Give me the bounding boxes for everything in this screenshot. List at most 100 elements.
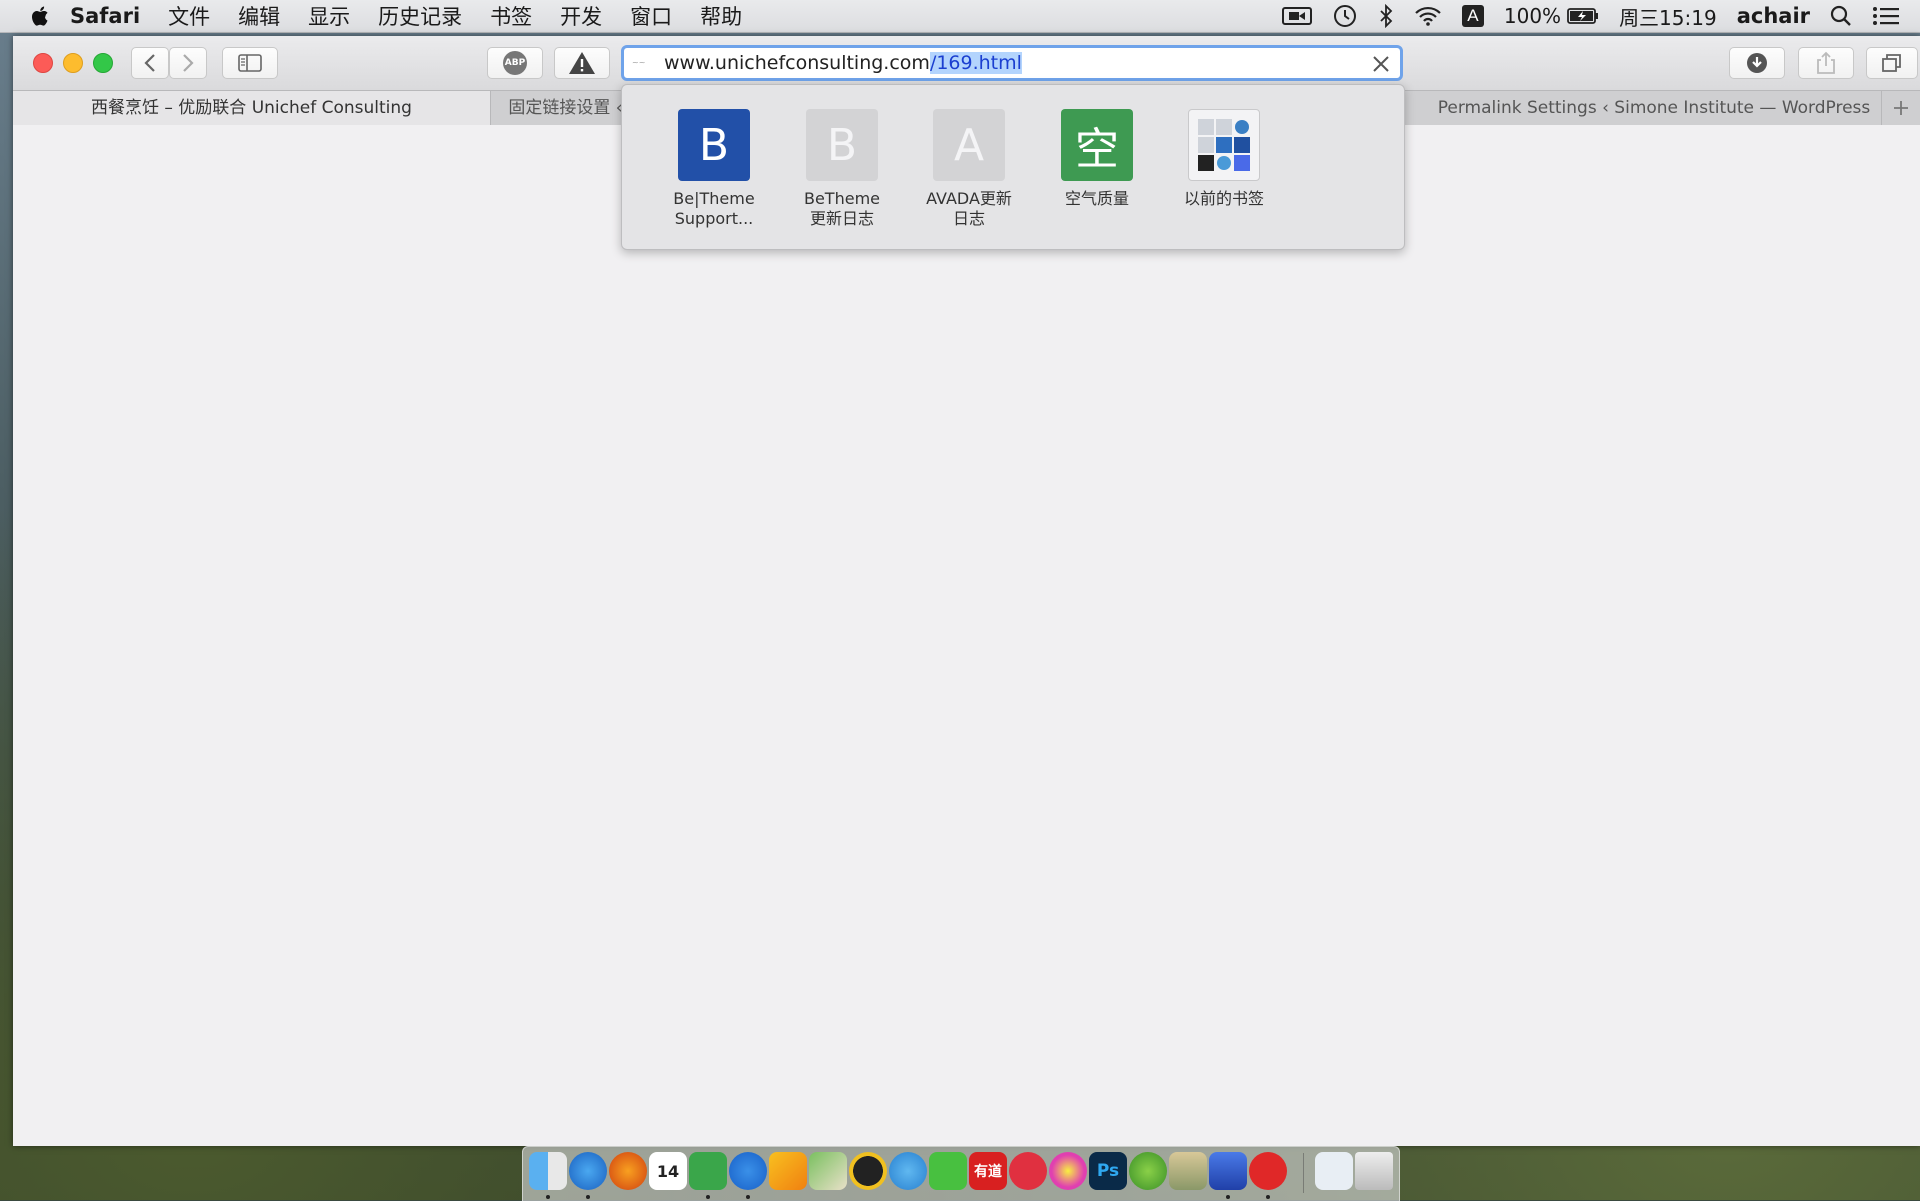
forward-button[interactable]: [169, 47, 207, 79]
favorite-label: BeTheme: [803, 189, 880, 208]
qq-mail-icon[interactable]: [889, 1152, 927, 1190]
favorite-previous-bookmarks[interactable]: 以前的书签: [1164, 109, 1284, 209]
running-indicator: [1266, 1195, 1270, 1199]
netease-music-icon[interactable]: [1249, 1152, 1287, 1190]
menu-help[interactable]: 帮助: [700, 1, 742, 31]
wifi-icon[interactable]: [1414, 5, 1442, 27]
back-button[interactable]: [131, 47, 169, 79]
running-indicator: [586, 1195, 590, 1199]
favorite-tile: B: [678, 109, 750, 181]
battery-icon[interactable]: [1567, 6, 1599, 26]
warning-icon: [569, 52, 595, 74]
menu-history[interactable]: 历史记录: [378, 1, 462, 31]
downloads-button[interactable]: [1729, 47, 1785, 79]
calendar-icon[interactable]: 14: [649, 1152, 687, 1190]
evernote-icon[interactable]: [689, 1152, 727, 1190]
warning-extension-button[interactable]: [554, 47, 610, 79]
new-tab-button[interactable]: [1881, 91, 1920, 125]
clear-address-icon[interactable]: [1370, 53, 1392, 75]
screen-record-icon[interactable]: [1281, 5, 1312, 27]
share-icon: [1817, 51, 1835, 74]
menu-bar: Safari 文件 编辑 显示 历史记录 书签 开发 窗口 帮助 A 100% …: [0, 0, 1920, 33]
youdao-icon[interactable]: 有道: [969, 1152, 1007, 1190]
status-menus: A 100% 周三15:19 achair: [1281, 0, 1900, 32]
share-button[interactable]: [1798, 47, 1854, 79]
zoom-window-button[interactable]: [93, 53, 113, 73]
tab-unichef[interactable]: 西餐烹饪 – 优励联合 Unichef Consulting: [13, 91, 491, 125]
tab-title: Permalink Settings ‹ Simone Institute — …: [1437, 98, 1871, 118]
menu-view[interactable]: 显示: [308, 1, 350, 31]
tab-overview-button[interactable]: [1866, 47, 1918, 79]
tile-letter: A: [953, 119, 985, 171]
qq-icon[interactable]: [849, 1152, 887, 1190]
adblock-plus-button[interactable]: ABP: [487, 47, 543, 79]
tab-title: 西餐烹饪 – 优励联合 Unichef Consulting: [91, 98, 412, 118]
page-content: [13, 125, 1920, 1146]
youdao-label: 有道: [974, 1164, 1002, 1180]
menu-bookmarks[interactable]: 书签: [490, 1, 532, 31]
apple-icon[interactable]: [30, 4, 52, 28]
tab-permalink-settings-cn[interactable]: 固定链接设置 ‹: [491, 91, 641, 125]
tab-permalink-settings-simone[interactable]: Permalink Settings ‹ Simone Institute — …: [1427, 91, 1882, 125]
favorite-air-quality[interactable]: 空 空气质量: [1037, 109, 1157, 209]
minimize-window-button[interactable]: [63, 53, 83, 73]
dock-separator: [1303, 1153, 1304, 1193]
safari-icon[interactable]: [569, 1152, 607, 1190]
favorite-avada-changelog[interactable]: A AVADA更新 日志: [909, 109, 1029, 229]
battery-percent: 100%: [1503, 4, 1562, 28]
url-text[interactable]: www.unichefconsulting.com/169.html: [664, 52, 1022, 74]
documents-icon[interactable]: [1315, 1152, 1353, 1190]
wechat-icon[interactable]: [929, 1152, 967, 1190]
running-indicator: [1226, 1195, 1230, 1199]
transmit-icon[interactable]: [1169, 1152, 1207, 1190]
menu-develop[interactable]: 开发: [560, 1, 602, 31]
tes-butterfly-icon[interactable]: [769, 1152, 807, 1190]
bookmarks-folder-icon: [1188, 109, 1260, 181]
favorite-label: 以前的书签: [1183, 189, 1264, 208]
photoshop-label: Ps: [1096, 1161, 1120, 1181]
tile-letter: B: [698, 119, 730, 171]
toolbar: ABP ~~ www.unichefconsulting.com/169.htm…: [13, 36, 1920, 90]
favorite-betheme-changelog[interactable]: B BeTheme 更新日志: [782, 109, 902, 229]
input-method-indicator[interactable]: A: [1461, 5, 1484, 27]
bluetooth-icon[interactable]: [1378, 4, 1394, 28]
user-name[interactable]: achair: [1737, 4, 1810, 28]
favorite-tile: B: [806, 109, 878, 181]
finder-icon[interactable]: [529, 1152, 567, 1190]
spotlight-search-icon[interactable]: [1830, 5, 1852, 27]
menu-safari[interactable]: Safari: [70, 4, 140, 28]
favorite-label: Be|Theme: [673, 189, 755, 208]
address-bar[interactable]: ~~ www.unichefconsulting.com/169.html: [621, 45, 1403, 81]
menu-window[interactable]: 窗口: [630, 1, 672, 31]
favorite-label: AVADA更新: [926, 189, 1012, 208]
tab-title: 固定链接设置 ‹: [508, 98, 623, 118]
leaf-icon[interactable]: [1129, 1152, 1167, 1190]
sidebar-button[interactable]: [222, 47, 278, 79]
plus-icon: [1894, 101, 1908, 115]
tile-letter: 空: [1075, 124, 1119, 175]
sidebar-icon: [238, 54, 262, 72]
tab-overview-icon: [1882, 54, 1901, 72]
maps-icon[interactable]: [809, 1152, 847, 1190]
sogou-icon[interactable]: [729, 1152, 767, 1190]
flower-icon[interactable]: [1049, 1152, 1087, 1190]
favorite-betheme-support[interactable]: B Be|Theme Support...: [654, 109, 774, 229]
adblock-plus-icon: ABP: [503, 51, 527, 75]
running-indicator: [706, 1195, 710, 1199]
running-indicator: [746, 1195, 750, 1199]
firefox-icon[interactable]: [609, 1152, 647, 1190]
imovie-icon[interactable]: [1209, 1152, 1247, 1190]
g-app-icon[interactable]: [1009, 1152, 1047, 1190]
menu-file[interactable]: 文件: [168, 1, 210, 31]
time-machine-icon[interactable]: [1332, 3, 1358, 29]
tile-letter: B: [826, 119, 858, 171]
favorite-tile: 空: [1061, 109, 1133, 181]
photoshop-icon[interactable]: Ps: [1089, 1152, 1127, 1190]
favorite-label-2: 更新日志: [809, 209, 874, 228]
notification-center-icon[interactable]: [1872, 6, 1900, 26]
menu-edit[interactable]: 编辑: [238, 1, 280, 31]
favorite-label-2: Support...: [674, 209, 754, 228]
clock[interactable]: 周三15:19: [1619, 2, 1717, 31]
close-window-button[interactable]: [33, 53, 53, 73]
trash-icon[interactable]: [1355, 1152, 1393, 1190]
